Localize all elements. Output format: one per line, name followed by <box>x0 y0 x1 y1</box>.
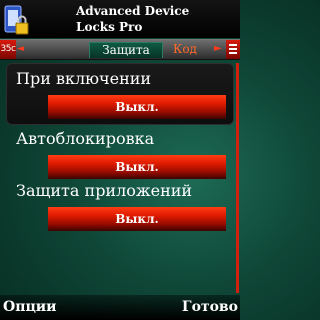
scrollbar[interactable] <box>236 63 239 293</box>
signal-icon <box>226 40 240 59</box>
tab-protection[interactable]: Защита <box>89 42 163 58</box>
setting-on-startup[interactable]: При включении Выкл. <box>6 63 234 125</box>
scroll-left-icon[interactable]: ◄ <box>17 43 24 55</box>
app-title-line1: Advanced Device <box>76 4 190 18</box>
battery-level: 35c <box>0 44 16 54</box>
settings-list: При включении Выкл. Автоблокировка Выкл.… <box>0 60 240 294</box>
setting-label: Автоблокировка <box>16 129 155 148</box>
setting-value[interactable]: Выкл. <box>48 95 226 119</box>
tab-bar: 35c ◄ Защита Код ► <box>0 39 240 60</box>
setting-label: Защита приложений <box>16 181 193 200</box>
app-title-line2: Locks Pro <box>76 20 143 34</box>
setting-value[interactable]: Выкл. <box>48 207 226 231</box>
setting-app-protection[interactable]: Защита приложений Выкл. <box>6 175 234 235</box>
options-softkey[interactable]: Опции <box>3 299 57 315</box>
scroll-right-icon[interactable]: ► <box>214 43 222 55</box>
app-header: Advanced Device Locks Pro <box>0 0 240 38</box>
tab-code[interactable]: Код <box>165 42 205 57</box>
battery-indicator: 35c <box>0 40 16 59</box>
done-softkey[interactable]: Готово <box>182 299 238 315</box>
softkey-bar: Опции Готово <box>0 295 240 320</box>
setting-label: При включении <box>16 69 152 88</box>
setting-auto-lock[interactable]: Автоблокировка Выкл. <box>6 123 234 183</box>
phone-lock-icon <box>4 5 29 35</box>
app-title: Advanced Device Locks Pro <box>76 3 240 35</box>
